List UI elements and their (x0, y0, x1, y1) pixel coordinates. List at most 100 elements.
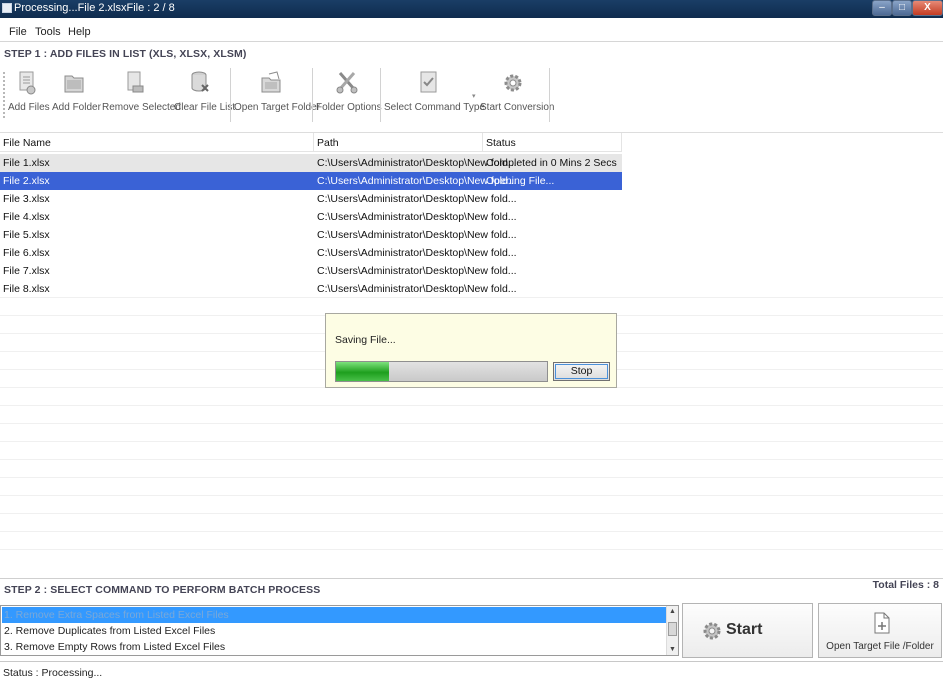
step2-label: STEP 2 : SELECT COMMAND TO PERFORM BATCH… (4, 584, 321, 596)
column-header-path[interactable]: Path (317, 137, 339, 149)
open-target-file-folder-label: Open Target File /Folder (826, 641, 934, 652)
list-item[interactable]: 3. Remove Empty Rows from Listed Excel F… (2, 639, 668, 655)
checklist-icon (420, 71, 437, 93)
grid-header: File Name Path Status (0, 133, 622, 152)
toolbar: Add Files Add Folder Remove Selected Cle… (0, 64, 943, 124)
column-header-file-name[interactable]: File Name (3, 137, 51, 149)
select-command-type-label: Select Command Type (384, 102, 485, 113)
menu-help[interactable]: Help (68, 26, 91, 38)
cell-path: C:\Users\Administrator\Desktop\New fold.… (317, 229, 517, 241)
app-icon (2, 3, 12, 13)
clear-file-list-button[interactable]: Clear File List (174, 66, 236, 122)
start-conversion-button[interactable]: Start Conversion (480, 66, 555, 122)
clear-file-list-label: Clear File List (174, 102, 236, 113)
remove-selected-label: Remove Selected (102, 102, 181, 113)
gear-icon (504, 74, 522, 92)
status-text: Status : Processing... (3, 667, 103, 679)
column-divider[interactable] (621, 133, 622, 152)
grid-line (0, 549, 943, 550)
start-button[interactable]: Start (682, 603, 813, 658)
start-conversion-label: Start Conversion (480, 102, 555, 113)
select-command-type-button[interactable]: Select Command Type (384, 66, 485, 122)
gear-icon (703, 622, 721, 640)
title-bar: Processing...File 2.xlsxFile : 2 / 8 – □… (0, 0, 943, 18)
clear-list-icon (191, 71, 209, 92)
grid-line (0, 441, 943, 442)
open-folder-icon (261, 71, 281, 93)
grid-line (0, 495, 943, 496)
open-target-file-folder-button[interactable]: Open Target File /Folder (818, 603, 942, 658)
cell-file-name: File 2.xlsx (3, 175, 50, 187)
step1-label: STEP 1 : ADD FILES IN LIST (XLS, XLSX, X… (4, 48, 247, 60)
open-target-folder-button[interactable]: Open Target Folder (234, 66, 320, 122)
scrollbar-thumb[interactable] (668, 622, 677, 636)
close-button[interactable]: X (912, 0, 943, 16)
cell-file-name: File 8.xlsx (3, 283, 50, 295)
cell-file-name: File 7.xlsx (3, 265, 50, 277)
window-title: Processing...File 2.xlsxFile : 2 / 8 (14, 2, 175, 14)
folder-options-button[interactable]: Folder Options (316, 66, 382, 122)
list-item[interactable]: 2. Remove Duplicates from Listed Excel F… (2, 623, 668, 639)
add-files-label: Add Files (8, 102, 50, 113)
column-divider[interactable] (482, 133, 483, 152)
toolbar-separator (230, 68, 231, 122)
toolbar-separator (549, 68, 550, 122)
grid-line (0, 513, 943, 514)
progress-bar-fill (336, 362, 389, 381)
toolbar-grip[interactable] (3, 72, 5, 118)
cell-file-name: File 5.xlsx (3, 229, 50, 241)
command-list-scrollbar[interactable]: ▲ ▼ (666, 606, 678, 655)
table-row[interactable]: File 8.xlsx C:\Users\Administrator\Deskt… (0, 280, 622, 298)
grid-line (0, 297, 943, 298)
table-row[interactable]: File 5.xlsx C:\Users\Administrator\Deskt… (0, 226, 622, 244)
cell-status: Completed in 0 Mins 2 Secs (486, 157, 617, 169)
open-target-folder-label: Open Target Folder (234, 102, 320, 113)
start-label: Start (726, 621, 763, 638)
progress-bar (335, 361, 548, 382)
add-files-button[interactable]: Add Files (8, 66, 50, 122)
add-folder-icon (64, 75, 84, 93)
cell-file-name: File 3.xlsx (3, 193, 50, 205)
cell-file-name: File 4.xlsx (3, 211, 50, 223)
progress-dialog: Saving File... Stop (325, 313, 617, 388)
table-row[interactable]: File 1.xlsx C:\Users\Administrator\Deskt… (0, 154, 622, 172)
grid-line (0, 405, 943, 406)
grid-line (0, 423, 943, 424)
status-bar: Status : Processing... (0, 661, 943, 684)
add-files-icon (19, 71, 36, 95)
cell-file-name: File 6.xlsx (3, 247, 50, 259)
total-files-count: Total Files : 8 (872, 579, 939, 591)
command-list[interactable]: 1. Remove Extra Spaces from Listed Excel… (0, 605, 679, 656)
toolbar-separator (380, 68, 381, 122)
tools-icon (336, 72, 358, 94)
grid-line (0, 477, 943, 478)
menu-tools[interactable]: Tools (35, 26, 61, 38)
menu-file[interactable]: File (9, 26, 27, 38)
grid-line (0, 459, 943, 460)
list-item[interactable]: 1. Remove Extra Spaces from Listed Excel… (2, 607, 668, 623)
table-row[interactable]: File 7.xlsx C:\Users\Administrator\Deskt… (0, 262, 622, 280)
table-row[interactable]: File 4.xlsx C:\Users\Administrator\Deskt… (0, 208, 622, 226)
cell-path: C:\Users\Administrator\Desktop\New fold.… (317, 265, 517, 277)
table-row[interactable]: File 2.xlsx C:\Users\Administrator\Deskt… (0, 172, 622, 190)
cell-path: C:\Users\Administrator\Desktop\New fold.… (317, 211, 517, 223)
add-folder-label: Add Folder (52, 102, 101, 113)
stop-button[interactable]: Stop (553, 362, 610, 381)
maximize-button[interactable]: □ (892, 0, 912, 16)
table-row[interactable]: File 6.xlsx C:\Users\Administrator\Deskt… (0, 244, 622, 262)
column-header-status[interactable]: Status (486, 137, 516, 149)
cell-status: Opening File... (486, 175, 555, 187)
remove-file-icon (127, 71, 144, 93)
column-divider[interactable] (313, 133, 314, 152)
add-folder-button[interactable]: Add Folder (52, 66, 101, 122)
scroll-down-icon[interactable]: ▼ (667, 644, 678, 655)
remove-selected-button[interactable]: Remove Selected (102, 66, 181, 122)
scroll-up-icon[interactable]: ▲ (667, 606, 678, 617)
grid-line (0, 531, 943, 532)
chevron-down-icon[interactable]: ▾ (472, 92, 476, 100)
table-row[interactable]: File 3.xlsx C:\Users\Administrator\Deskt… (0, 190, 622, 208)
folder-options-label: Folder Options (316, 102, 382, 113)
minimize-button[interactable]: – (872, 0, 892, 16)
menu-bar: File Tools Help (0, 22, 943, 42)
cell-path: C:\Users\Administrator\Desktop\New fold.… (317, 193, 517, 205)
